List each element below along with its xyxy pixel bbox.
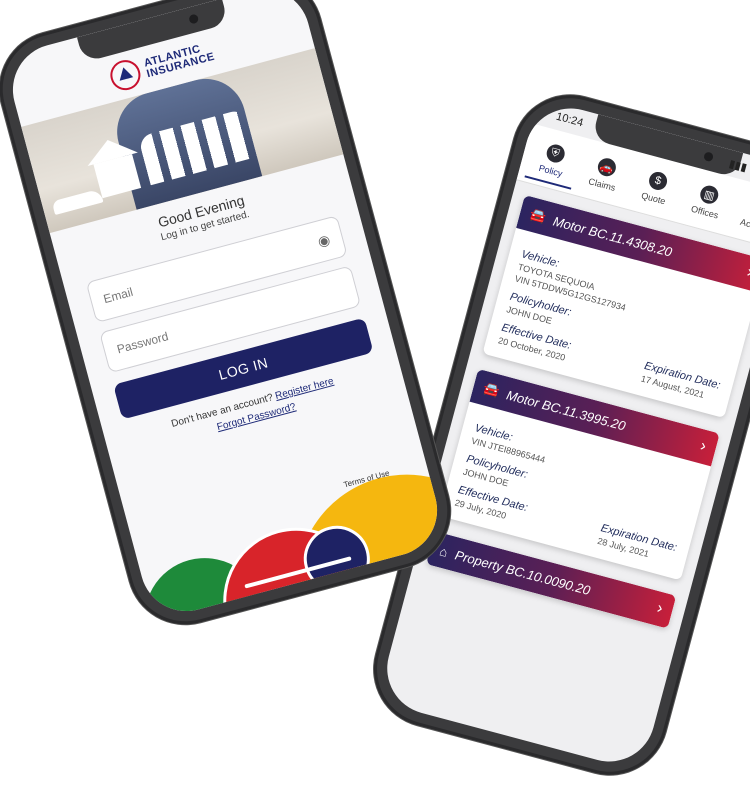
shield-icon: ⛨ <box>544 142 567 165</box>
tab-label: Policy <box>537 162 564 179</box>
policy-title: Property BC.10.0090.20 <box>453 546 593 598</box>
tab-quote[interactable]: $ Quote <box>627 166 684 217</box>
login-phone: ATLANTIC INSURANCE Good Evening Log in t… <box>0 0 464 638</box>
tab-policy[interactable]: ⛨ Policy <box>524 138 581 190</box>
dollar-icon: $ <box>647 169 670 192</box>
tab-claims[interactable]: 🚗 Claims <box>575 152 632 203</box>
logo-icon <box>107 56 144 94</box>
chevron-right-icon[interactable]: › <box>698 437 709 456</box>
chevron-right-icon[interactable]: › <box>745 263 750 282</box>
car-icon: 🚘 <box>481 380 502 399</box>
password-placeholder: Password <box>115 329 170 357</box>
policy-list: 🚘 Motor BC.11.4308.20 › Vehicle: TOYOTA SEQU… <box>414 180 750 631</box>
car-crash-icon: 🚗 <box>595 156 618 179</box>
policy-screen: 10:24 ▮▮▮ ◔ ⛨Policy🚗Claims$Quote▥Offices… <box>376 98 750 772</box>
tab-label: Quote <box>640 190 667 207</box>
house-icon: ⌂ <box>438 542 450 560</box>
tab-label: Claims <box>587 176 617 193</box>
email-placeholder: Email <box>101 284 135 307</box>
tab-account[interactable]: ●Account <box>730 194 750 245</box>
building-icon: ▥ <box>698 183 721 206</box>
chevron-right-icon[interactable]: › <box>655 600 665 619</box>
signal-icon: ▮▮▮ <box>727 157 749 174</box>
tab-offices[interactable]: ▥ Offices <box>678 180 735 231</box>
tab-label: Offices <box>690 203 720 221</box>
car-icon <box>51 188 104 216</box>
car-icon: 🚘 <box>528 206 548 225</box>
status-time: 10:24 <box>554 110 585 130</box>
login-screen: ATLANTIC INSURANCE Good Evening Log in t… <box>2 0 448 622</box>
tab-label: Account <box>739 216 750 235</box>
eye-icon[interactable]: ◉ <box>316 231 332 251</box>
